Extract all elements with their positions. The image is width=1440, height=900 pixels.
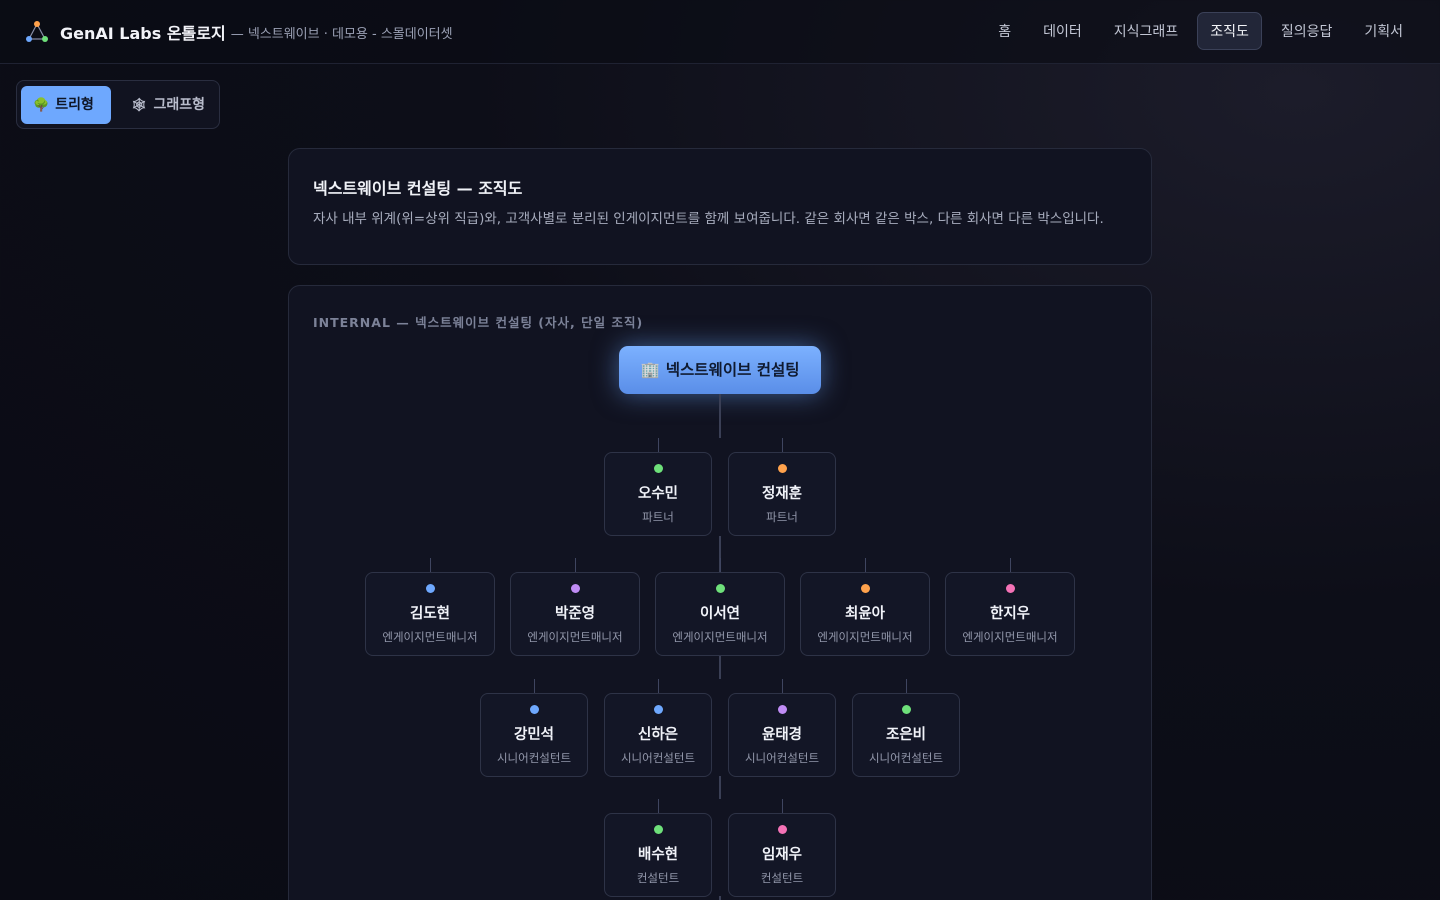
status-dot <box>529 705 539 714</box>
status-dot <box>777 705 787 714</box>
status-dot <box>901 705 911 714</box>
connector-tick <box>658 679 659 693</box>
connector-line <box>719 776 721 799</box>
web-icon: 🕸 <box>131 98 148 113</box>
section-label: INTERNAL — 넥스트웨이브 컨설팅 (자사, 단일 조직) <box>313 315 644 330</box>
person-node[interactable]: 오수민파트너 <box>604 452 712 536</box>
status-dot <box>777 825 787 834</box>
person-node[interactable]: 한지우엔게이지먼트매니저 <box>945 572 1075 656</box>
person-name: 한지우 <box>989 606 1031 622</box>
person-node[interactable]: 임재우컨설턴트 <box>728 813 836 897</box>
main-nav: 홈 데이터 지식그래프 조직도 질의응답 기획서 <box>985 12 1416 50</box>
tree-view-label: 트리형 <box>55 97 94 113</box>
person-name: 임재우 <box>761 847 803 863</box>
person-role: 시니어컨설턴트 <box>868 751 944 765</box>
connector-tick <box>534 679 535 693</box>
person-role: 시니어컨설턴트 <box>496 751 572 765</box>
intro-title: 넥스트웨이브 컨설팅 — 조직도 <box>313 179 523 198</box>
connector-tick <box>782 438 783 452</box>
brand-subtitle: — 넥스트웨이브 · 데모용 - 스몰데이터셋 <box>230 26 453 42</box>
person-role: 엔게이지먼트매니저 <box>527 630 623 644</box>
brand-name: GenAI Labs 온톨로지 <box>60 24 226 43</box>
root-company-node[interactable]: 🏢 넥스트웨이브 컨설팅 <box>619 346 821 394</box>
brand[interactable]: GenAI Labs 온톨로지 — 넥스트웨이브 · 데모용 - 스몰데이터셋 <box>25 20 453 44</box>
person-name: 정재훈 <box>761 486 803 502</box>
graph-view-button[interactable]: 🕸 그래프형 <box>119 86 217 124</box>
nav-proposal[interactable]: 기획서 <box>1351 12 1416 50</box>
person-node[interactable]: 김도현엔게이지먼트매니저 <box>365 572 495 656</box>
status-dot <box>653 705 663 714</box>
person-node[interactable]: 윤태경시니어컨설턴트 <box>728 693 836 777</box>
connector-tick <box>865 558 866 572</box>
person-role: 엔게이지먼트매니저 <box>962 630 1058 644</box>
connector-tick <box>658 438 659 452</box>
graph-logo-icon <box>26 21 48 42</box>
person-name: 김도현 <box>409 606 451 622</box>
connector-tick <box>906 679 907 693</box>
person-name: 신하은 <box>637 727 679 743</box>
person-role: 엔게이지먼트매니저 <box>817 630 913 644</box>
person-role: 파트너 <box>642 510 674 524</box>
connector-line <box>719 896 721 900</box>
status-dot <box>777 464 787 473</box>
connector-tick <box>782 679 783 693</box>
root-company-label: 넥스트웨이브 컨설팅 <box>665 361 800 379</box>
nav-qa[interactable]: 질의응답 <box>1268 12 1346 50</box>
top-bar: GenAI Labs 온톨로지 — 넥스트웨이브 · 데모용 - 스몰데이터셋 … <box>0 0 1440 64</box>
connector-tick <box>782 799 783 813</box>
person-node[interactable]: 정재훈파트너 <box>728 452 836 536</box>
person-name: 조은비 <box>885 727 927 743</box>
status-dot <box>715 584 725 593</box>
person-role: 시니어컨설턴트 <box>744 751 820 765</box>
tree-view-button[interactable]: 🌳 트리형 <box>21 86 111 124</box>
person-role: 파트너 <box>766 510 798 524</box>
person-node[interactable]: 배수현컨설턴트 <box>604 813 712 897</box>
person-role: 컨설턴트 <box>760 871 804 885</box>
connector-tick <box>658 799 659 813</box>
status-dot <box>653 825 663 834</box>
nav-data[interactable]: 데이터 <box>1030 12 1095 50</box>
connector-line <box>719 656 721 679</box>
status-dot <box>860 584 870 593</box>
building-icon: 🏢 <box>640 361 660 379</box>
person-node[interactable]: 최윤아엔게이지먼트매니저 <box>800 572 930 656</box>
connector-tick <box>575 558 576 572</box>
graph-view-label: 그래프형 <box>153 97 206 113</box>
status-dot <box>1005 584 1015 593</box>
view-toggle: 🌳 트리형 🕸 그래프형 <box>16 80 220 129</box>
status-dot <box>653 464 663 473</box>
person-role: 엔게이지먼트매니저 <box>382 630 478 644</box>
person-name: 윤태경 <box>761 727 803 743</box>
org-chart-card: INTERNAL — 넥스트웨이브 컨설팅 (자사, 단일 조직) 🏢 넥스트웨이… <box>288 285 1152 900</box>
person-name: 최윤아 <box>844 606 886 622</box>
person-role: 컨설턴트 <box>636 871 680 885</box>
person-node[interactable]: 신하은시니어컨설턴트 <box>604 693 712 777</box>
connector-tick <box>430 558 431 572</box>
person-node[interactable]: 박준영엔게이지먼트매니저 <box>510 572 640 656</box>
status-dot <box>570 584 580 593</box>
person-name: 오수민 <box>637 486 679 502</box>
person-node[interactable]: 조은비시니어컨설턴트 <box>852 693 960 777</box>
tree-icon: 🌳 <box>33 98 50 113</box>
connector-line <box>719 394 721 438</box>
person-node[interactable]: 이서연엔게이지먼트매니저 <box>655 572 785 656</box>
nav-home[interactable]: 홈 <box>985 12 1024 50</box>
connector-tick <box>1010 558 1011 572</box>
person-node[interactable]: 강민석시니어컨설턴트 <box>480 693 588 777</box>
person-name: 배수현 <box>637 847 679 863</box>
nav-knowledge-graph[interactable]: 지식그래프 <box>1101 12 1191 50</box>
status-dot <box>425 584 435 593</box>
intro-description: 자사 내부 위계(위=상위 직급)와, 고객사별로 분리된 인게이지먼트를 함께… <box>313 211 1104 227</box>
person-name: 박준영 <box>554 606 596 622</box>
nav-org-chart[interactable]: 조직도 <box>1197 12 1262 50</box>
connector-tick <box>720 558 721 572</box>
person-role: 시니어컨설턴트 <box>620 751 696 765</box>
person-role: 엔게이지먼트매니저 <box>672 630 768 644</box>
person-name: 이서연 <box>699 606 741 622</box>
intro-card: 넥스트웨이브 컨설팅 — 조직도 자사 내부 위계(위=상위 직급)와, 고객사… <box>288 148 1152 265</box>
person-name: 강민석 <box>513 727 555 743</box>
